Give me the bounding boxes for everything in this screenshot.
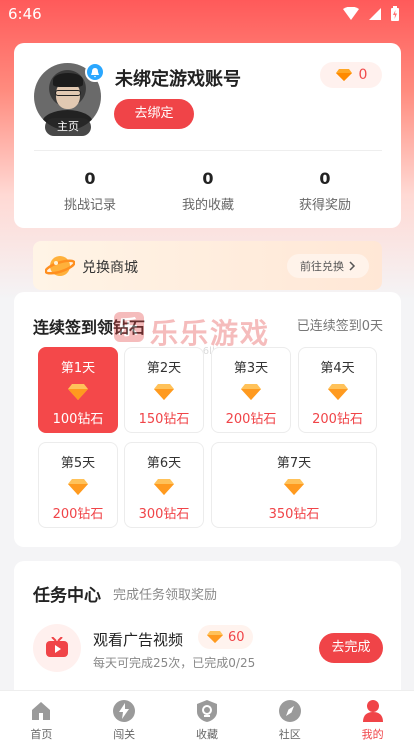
bind-account-button[interactable]: 去绑定 <box>114 99 194 129</box>
task-description: 每天可完成25次，已完成0/25 <box>93 656 256 670</box>
bottom-tab-bar: 首页 闯关 收藏 社区 我的 <box>0 690 414 745</box>
chevron-right-icon <box>349 261 356 271</box>
task-center-title: 任务中心 <box>33 586 101 606</box>
diamond-count: 0 <box>358 67 368 83</box>
signin-day-4[interactable]: 第4天 200钻石 <box>298 347 377 433</box>
stat-rewards[interactable]: 0 获得奖励 <box>270 169 380 213</box>
tab-community[interactable]: 社区 <box>248 691 331 745</box>
profile-card: 主页 未绑定游戏账号 0 去绑定 0 挑战记录 0 我的收藏 0 获得奖励 <box>14 43 401 228</box>
signin-day-6[interactable]: 第6天 300钻石 <box>124 442 204 528</box>
signin-day-3[interactable]: 第3天 200钻石 <box>211 347 291 433</box>
diamond-icon <box>212 478 376 496</box>
stat-my-favorites[interactable]: 0 我的收藏 <box>153 169 263 213</box>
diamond-icon <box>212 383 290 401</box>
diamond-balance[interactable]: 0 <box>320 62 382 88</box>
tab-mine[interactable]: 我的 <box>331 691 414 745</box>
account-name: 未绑定游戏账号 <box>115 69 241 90</box>
status-bar: 6:46 <box>0 0 414 28</box>
lightning-icon <box>83 699 166 723</box>
diamond-icon <box>335 69 352 81</box>
diamond-icon <box>39 478 117 496</box>
status-time: 6:46 <box>8 5 42 23</box>
go-exchange-button[interactable]: 前往兑换 <box>287 254 369 278</box>
tab-challenge[interactable]: 闯关 <box>83 691 166 745</box>
task-center-card: 任务中心 完成任务领取奖励 观看广告视频 60 每天可完成25次，已完成0/25… <box>14 561 401 701</box>
planet-icon <box>45 256 75 276</box>
signin-day-5[interactable]: 第5天 200钻石 <box>38 442 118 528</box>
exchange-mall-banner[interactable]: 兑换商城 前往兑换 <box>33 241 382 290</box>
compass-icon <box>248 699 331 723</box>
stat-challenge-records[interactable]: 0 挑战记录 <box>35 169 145 213</box>
diamond-icon <box>125 383 203 401</box>
home-icon <box>0 699 83 723</box>
collect-icon <box>166 699 249 723</box>
signin-day-1[interactable]: 第1天 100钻石 <box>38 347 118 433</box>
signin-day-7[interactable]: 第7天 350钻石 <box>211 442 377 528</box>
tv-icon <box>33 624 81 672</box>
signal-icon <box>343 7 359 20</box>
cellular-icon <box>369 8 381 20</box>
diamond-icon <box>125 478 203 496</box>
task-center-subtitle: 完成任务领取奖励 <box>113 588 218 603</box>
divider <box>34 150 382 151</box>
complete-task-button[interactable]: 去完成 <box>319 633 383 663</box>
task-name: 观看广告视频 <box>93 631 184 649</box>
signin-day-2[interactable]: 第2天 150钻石 <box>124 347 204 433</box>
signin-streak: 已连续签到0天 <box>296 319 383 334</box>
diamond-icon <box>207 631 223 643</box>
tab-collect[interactable]: 收藏 <box>166 691 249 745</box>
home-tag[interactable]: 主页 <box>45 118 91 136</box>
user-icon <box>331 699 414 723</box>
diamond-icon <box>299 383 376 401</box>
tab-home[interactable]: 首页 <box>0 691 83 745</box>
battery-icon <box>391 6 399 21</box>
notification-bell-icon[interactable] <box>85 62 105 82</box>
task-reward: 60 <box>198 625 253 649</box>
exchange-title: 兑换商城 <box>82 260 138 276</box>
signin-card: 连续签到领钻石 已连续签到0天 乐乐乐游戏 www.6ll.com 第1天 10… <box>14 292 401 547</box>
diamond-icon <box>39 383 117 401</box>
